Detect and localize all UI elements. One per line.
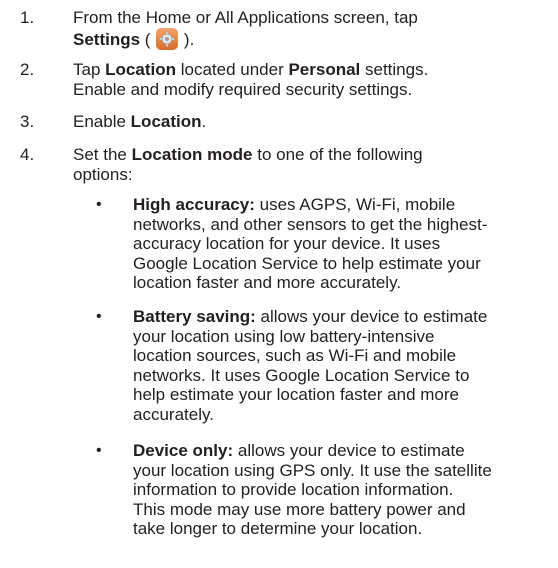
location-label: Location [105,60,176,79]
step-line: Enable Location. [73,112,548,132]
option-line: Device only: allows your device to estim… [133,441,550,461]
option-title: Device only: [133,441,234,460]
option-line: Battery saving: allows your device to es… [133,307,550,327]
step-text: Set the Location mode to one of the foll… [73,145,548,184]
paren-close: ). [183,29,195,49]
option-line: Google Location Service to help estimate… [133,253,481,273]
step-line: Tap Location located under Personal sett… [73,60,548,80]
option-line: accurately. [133,404,214,424]
option-line: take longer to determine your location. [133,519,423,538]
text: settings. [360,60,429,79]
text: Tap [73,60,106,79]
step-text: Enable Location. [73,112,548,132]
option-line: High accuracy: uses AGPS, Wi-Fi, mobile [133,195,550,215]
text: to one of the following [252,145,423,164]
option-line: your location using low battery-intensiv… [133,326,435,346]
option-line: This mode may use more battery power and [133,499,466,519]
step-number: 2. [20,60,35,79]
settings-label: Settings [73,29,141,49]
step-line: options: [73,164,133,184]
settings-gear-icon [156,27,179,50]
text: uses AGPS, Wi-Fi, mobile [254,195,456,214]
text: Enable [73,112,131,131]
bullet: • [96,442,102,459]
option-line: your location using GPS only. It use the… [133,460,492,480]
text: allows your device to estimate [255,307,488,326]
text: Set the [73,145,132,164]
location-mode-label: Location mode [131,145,253,164]
step-line: From the Home or All Applications screen… [73,8,418,27]
option-line: accuracy location for your device. It us… [133,234,441,253]
step-line: Set the Location mode to one of the foll… [73,145,548,165]
option-line: location sources, such as Wi-Fi and mobi… [133,346,457,365]
step-line: Enable and modify required security sett… [73,79,413,99]
option-text: High accuracy: uses AGPS, Wi-Fi, mobile … [133,195,550,293]
document-page: 1. From the Home or All Applications scr… [0,0,558,568]
option-line: information to provide location informat… [133,480,454,499]
text: allows your device to estimate [233,441,465,460]
paren-open: ( [140,29,151,49]
personal-label: Personal [288,60,361,79]
step-number: 4. [20,145,35,164]
step-line: Settings ( ). [73,27,548,50]
step-text: Tap Location located under Personal sett… [73,60,548,99]
option-line: location faster and more accurately. [133,273,402,292]
option-title: Battery saving: [133,307,256,326]
step-text: From the Home or All Applications screen… [73,8,548,50]
bullet: • [96,308,102,325]
bullet: • [96,196,102,213]
option-line: networks. It uses Google Location Servic… [133,365,470,385]
location-label: Location [130,112,202,131]
step-number: 1. [20,8,35,27]
option-text: Device only: allows your device to estim… [133,441,550,539]
option-title: High accuracy: [133,195,255,214]
step-number: 3. [20,112,35,131]
option-line: help estimate your location faster and m… [133,385,460,404]
option-text: Battery saving: allows your device to es… [133,307,550,424]
text: . [201,112,207,131]
text: located under [175,60,289,79]
option-line: networks, and other sensors to get the h… [133,214,488,234]
